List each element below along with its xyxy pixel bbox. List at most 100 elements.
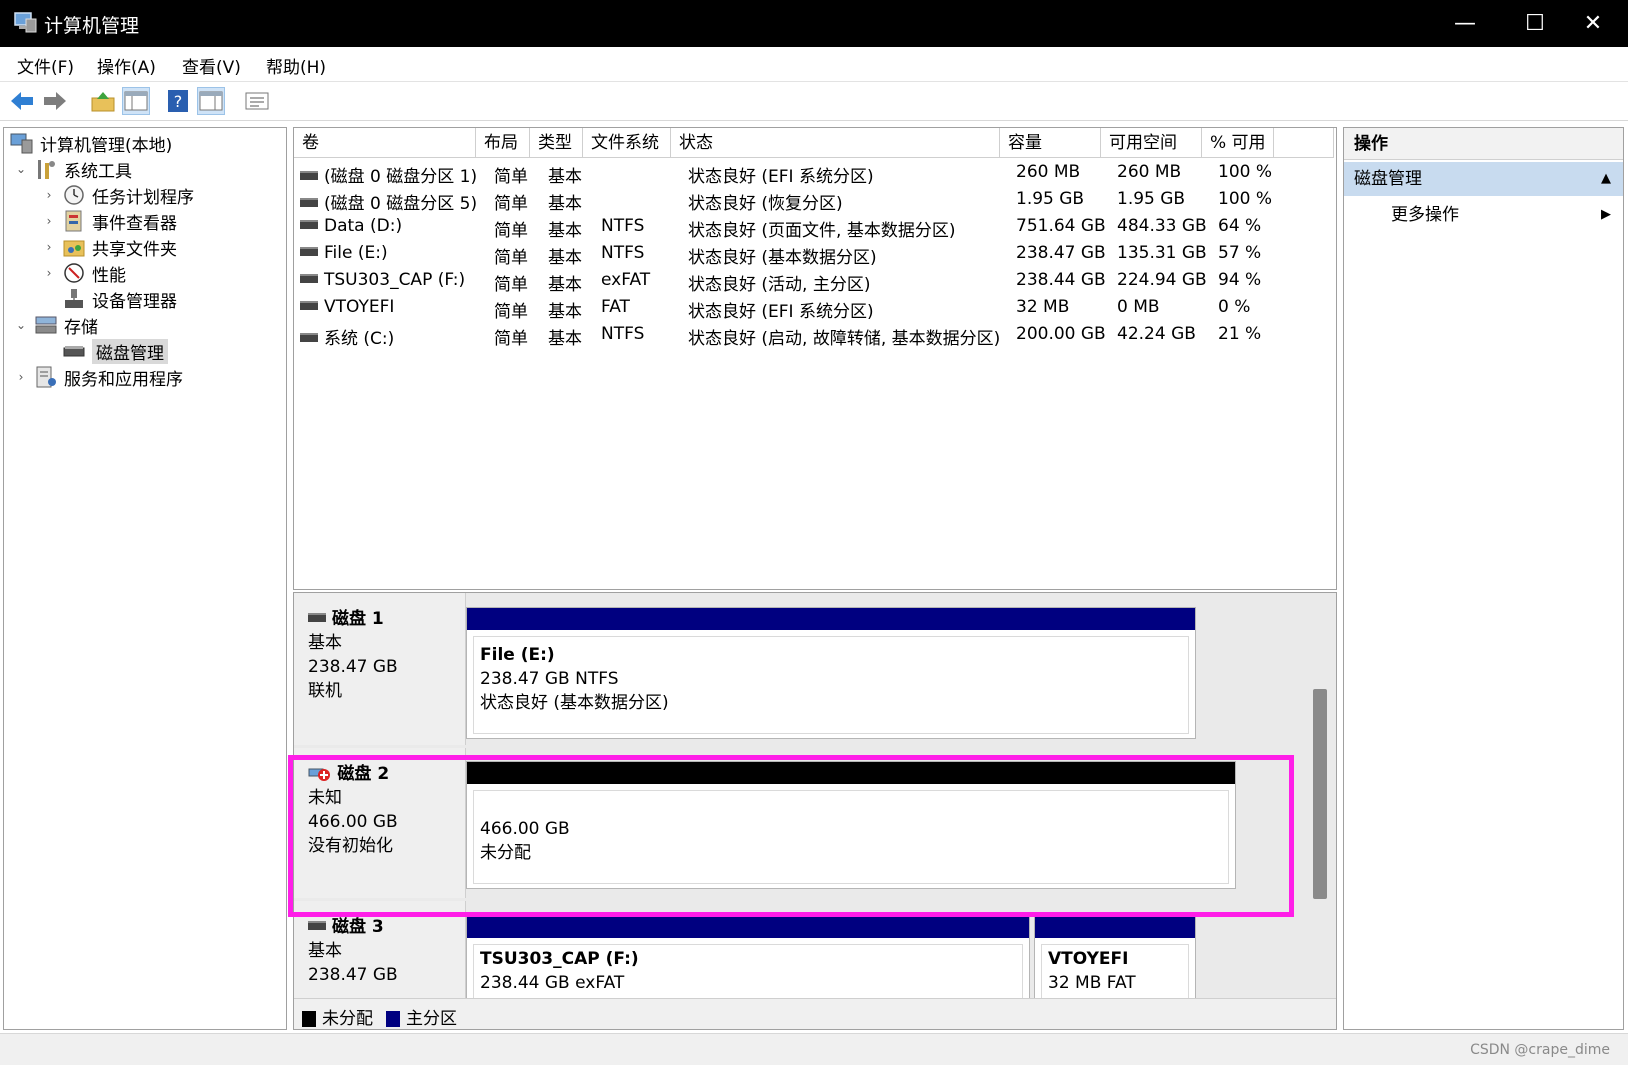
tree-item-disk-management[interactable]: 磁盘管理 <box>62 338 168 364</box>
partition-title: File (E:) <box>480 645 555 665</box>
partition-color-bar <box>467 608 1195 630</box>
volume-filesystem: NTFS <box>601 243 645 263</box>
menu-view[interactable]: 查看(V) <box>182 53 241 78</box>
chevron-right-icon[interactable]: › <box>42 214 56 228</box>
volume-type: 基本 <box>548 329 582 349</box>
chevron-right-icon[interactable]: › <box>42 266 56 280</box>
storage-icon <box>35 316 57 334</box>
volume-status: 状态良好 (启动, 故障转储, 基本数据分区) <box>688 329 1001 349</box>
tree-label: 设备管理器 <box>92 291 177 312</box>
help-button[interactable]: ? <box>164 87 192 115</box>
menu-file[interactable]: 文件(F) <box>17 53 74 78</box>
forward-arrow-icon <box>44 92 66 110</box>
scrollbar-thumb[interactable] <box>1313 689 1327 899</box>
partition-status: 状态良好 (基本数据分区) <box>480 693 669 713</box>
column-header-volume[interactable]: 卷 <box>294 128 476 158</box>
tree-item-task-scheduler[interactable]: › 任务计划程序 <box>42 182 194 208</box>
tree-item-shared-folders[interactable]: › 共享文件夹 <box>42 234 177 260</box>
unallocated-space[interactable]: 466.00 GB 未分配 <box>466 761 1236 889</box>
table-row[interactable]: VTOYEFI 简单 基本 FAT 状态良好 (EFI 系统分区) 32 MB … <box>294 294 1334 322</box>
volume-status: 状态良好 (恢复分区) <box>688 194 843 214</box>
disk-1-label[interactable]: 磁盘 1 基本 238.47 GB 联机 <box>294 593 466 745</box>
clock-icon <box>64 185 84 205</box>
chevron-down-icon[interactable]: ⌄ <box>14 162 28 176</box>
show-hide-action-pane-icon <box>199 91 223 111</box>
disk-name: 磁盘 3 <box>332 917 384 937</box>
volume-status: 状态良好 (EFI 系统分区) <box>688 167 874 187</box>
column-header-free-space[interactable]: 可用空间 <box>1101 128 1202 158</box>
disk-icon <box>308 921 326 930</box>
column-header-type[interactable]: 类型 <box>530 128 583 158</box>
volume-capacity: 751.64 GB <box>1016 216 1106 236</box>
actions-header: 操作 <box>1344 128 1623 160</box>
volume-type: 基本 <box>548 275 582 295</box>
tree-item-storage[interactable]: ⌄ 存储 <box>14 312 98 338</box>
partition-color-bar <box>1035 916 1195 938</box>
collapse-up-icon[interactable]: ▲ <box>1601 162 1611 196</box>
column-header-percent-free[interactable]: % 可用 <box>1202 128 1274 158</box>
chevron-right-icon[interactable]: ▶ <box>1601 198 1611 232</box>
help-icon: ? <box>168 90 188 112</box>
up-one-level-button[interactable] <box>89 87 117 115</box>
volume-name: (磁盘 0 磁盘分区 1) <box>324 167 478 187</box>
menu-action[interactable]: 操作(A) <box>97 53 156 78</box>
up-folder-icon <box>91 92 115 112</box>
chevron-down-icon[interactable]: ⌄ <box>14 318 28 332</box>
volume-layout: 简单 <box>494 221 528 241</box>
volume-layout: 简单 <box>494 302 528 322</box>
volume-percent-free: 100 % <box>1218 162 1273 182</box>
chevron-right-icon[interactable]: › <box>42 188 56 202</box>
disk-type: 基本 <box>308 941 342 961</box>
menu-bar: 文件(F) 操作(A) 查看(V) 帮助(H) <box>0 47 1628 82</box>
column-header-status[interactable]: 状态 <box>671 128 1000 158</box>
tree-item-computer-management[interactable]: 计算机管理(本地) <box>10 130 172 156</box>
back-button[interactable] <box>8 87 36 115</box>
menu-help[interactable]: 帮助(H) <box>266 53 326 78</box>
tree-item-services-applications[interactable]: › 服务和应用程序 <box>14 364 183 390</box>
partition-info: 238.47 GB NTFS <box>480 669 619 689</box>
partition-file-e[interactable]: File (E:) 238.47 GB NTFS 状态良好 (基本数据分区) <box>466 607 1196 739</box>
table-row[interactable]: (磁盘 0 磁盘分区 1) 简单 基本 状态良好 (EFI 系统分区) 260 … <box>294 159 1334 187</box>
column-header-filesystem[interactable]: 文件系统 <box>583 128 671 158</box>
more-actions-item[interactable]: 更多操作 <box>1391 198 1459 232</box>
disk-2-label[interactable]: 磁盘 2 未知 466.00 GB 没有初始化 <box>294 748 466 898</box>
tree-label: 磁盘管理 <box>92 338 168 364</box>
properties-button[interactable] <box>243 87 271 115</box>
chevron-right-icon[interactable]: › <box>42 240 56 254</box>
tree-label: 系统工具 <box>64 161 132 182</box>
table-row[interactable]: TSU303_CAP (F:) 简单 基本 exFAT 状态良好 (活动, 主分… <box>294 267 1334 295</box>
watermark: CSDN @crape_dime <box>1470 1042 1610 1058</box>
show-hide-tree-icon <box>124 91 148 111</box>
partition-title: TSU303_CAP (F:) <box>480 949 639 969</box>
disk-3-label[interactable]: 磁盘 3 基本 238.47 GB <box>294 901 466 1001</box>
volume-icon <box>300 171 318 180</box>
services-icon <box>36 366 56 388</box>
volume-list: 卷 布局 类型 文件系统 状态 容量 可用空间 % 可用 (磁盘 0 磁盘分区 … <box>293 127 1337 590</box>
table-row[interactable]: 系统 (C:) 简单 基本 NTFS 状态良好 (启动, 故障转储, 基本数据分… <box>294 321 1334 349</box>
volume-capacity: 238.44 GB <box>1016 270 1106 290</box>
forward-button[interactable] <box>41 87 69 115</box>
disk-view-scrollbar[interactable] <box>1310 593 1332 1001</box>
column-header-capacity[interactable]: 容量 <box>1000 128 1101 158</box>
volume-free-space: 484.33 GB <box>1117 216 1207 236</box>
tree-item-device-manager[interactable]: 设备管理器 <box>62 286 177 312</box>
column-header-layout[interactable]: 布局 <box>476 128 530 158</box>
actions-section-disk-management[interactable]: 磁盘管理 ▲ <box>1344 162 1623 196</box>
table-row[interactable]: File (E:) 简单 基本 NTFS 状态良好 (基本数据分区) 238.4… <box>294 240 1334 268</box>
volume-type: 基本 <box>548 248 582 268</box>
show-hide-tree-button[interactable] <box>122 87 150 115</box>
volume-layout: 简单 <box>494 275 528 295</box>
minimize-icon: — <box>1454 11 1476 36</box>
chevron-right-icon[interactable]: › <box>14 370 28 384</box>
minimize-button[interactable]: — <box>1430 0 1500 47</box>
volume-name: (磁盘 0 磁盘分区 5) <box>324 194 478 214</box>
close-button[interactable]: ✕ <box>1558 0 1628 47</box>
partition-size: 466.00 GB <box>480 819 570 839</box>
table-row[interactable]: Data (D:) 简单 基本 NTFS 状态良好 (页面文件, 基本数据分区)… <box>294 213 1334 241</box>
tree-item-performance[interactable]: › 性能 <box>42 260 126 286</box>
table-row[interactable]: (磁盘 0 磁盘分区 5) 简单 基本 状态良好 (恢复分区) 1.95 GB … <box>294 186 1334 214</box>
tree-item-event-viewer[interactable]: › 事件查看器 <box>42 208 177 234</box>
maximize-icon: ☐ <box>1525 11 1545 36</box>
tree-item-system-tools[interactable]: ⌄ 系统工具 <box>14 156 132 182</box>
show-hide-action-pane-button[interactable] <box>197 87 225 115</box>
